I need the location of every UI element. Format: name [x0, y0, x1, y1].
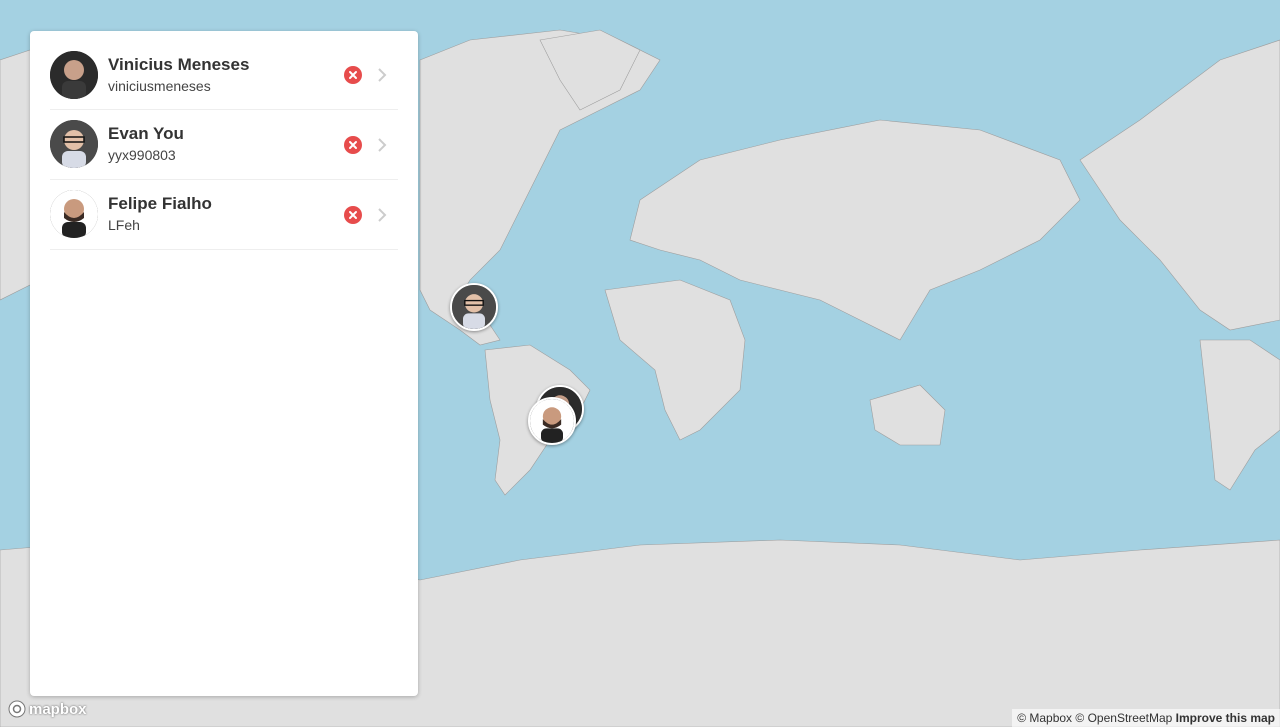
user-list: Vinicius Meneses viniciusmeneses Evan Yo…: [30, 31, 418, 250]
user-login: LFeh: [108, 217, 140, 233]
attribution-osm[interactable]: © OpenStreetMap: [1075, 711, 1172, 725]
attribution-mapbox[interactable]: © Mapbox: [1017, 711, 1072, 725]
user-name: Evan You: [108, 124, 184, 143]
user-login: yyx990803: [108, 147, 176, 163]
remove-x-circle-icon[interactable]: [344, 66, 362, 84]
map-marker-evan-you[interactable]: [450, 283, 498, 331]
user-list-panel: Vinicius Meneses viniciusmeneses Evan Yo…: [30, 31, 418, 696]
user-name: Vinicius Meneses: [108, 55, 250, 74]
chevron-right-icon[interactable]: [376, 67, 388, 83]
map-marker-felipe-fialho[interactable]: [528, 397, 576, 445]
map-attribution: © Mapbox © OpenStreetMap Improve this ma…: [1012, 709, 1280, 727]
improve-this-map-link[interactable]: Improve this map: [1176, 711, 1275, 725]
chevron-right-icon[interactable]: [376, 207, 388, 223]
mapbox-logo[interactable]: mapbox: [8, 700, 87, 718]
mapbox-logo-icon: [8, 700, 26, 718]
remove-x-circle-icon[interactable]: [344, 206, 362, 224]
mapbox-logo-text: mapbox: [29, 700, 87, 718]
user-row-viniciusmeneses[interactable]: Vinicius Meneses viniciusmeneses: [50, 31, 398, 110]
user-login: viniciusmeneses: [108, 78, 211, 94]
chevron-right-icon[interactable]: [376, 137, 388, 153]
avatar: [50, 190, 98, 238]
user-name: Felipe Fialho: [108, 194, 212, 213]
avatar: [50, 51, 98, 99]
avatar: [50, 120, 98, 168]
user-row-lfeh[interactable]: Felipe Fialho LFeh: [50, 180, 398, 250]
user-row-yyx990803[interactable]: Evan You yyx990803: [50, 110, 398, 180]
remove-x-circle-icon[interactable]: [344, 136, 362, 154]
